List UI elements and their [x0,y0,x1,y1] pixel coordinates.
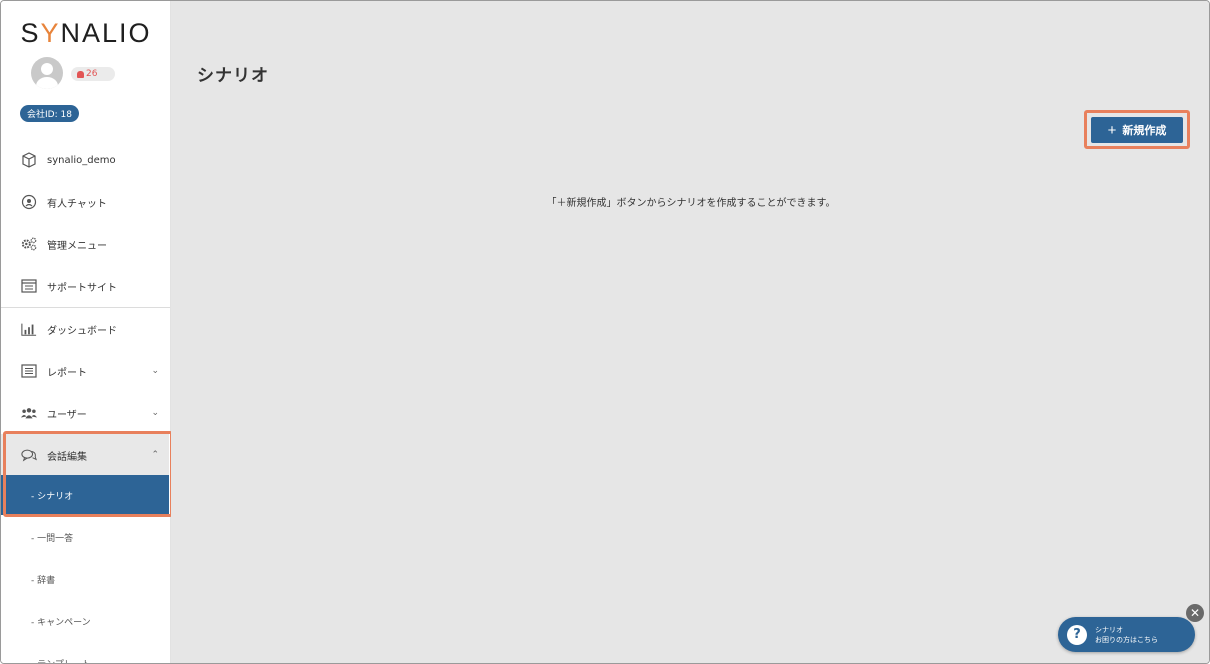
sidebar-item-conversation-edit[interactable]: 会話編集 ⌃ [1,434,169,476]
question-icon: ? [1067,624,1087,645]
help-widget-subtitle: お困りの方はこちら [1095,635,1158,644]
notification-badge[interactable]: 26 [71,67,115,81]
gears-icon [21,236,37,252]
logo[interactable]: SYNALIO [1,18,171,49]
sidebar-subitem-dictionary[interactable]: - 辞書 [1,559,169,599]
users-icon [21,405,37,421]
help-widget-title: シナリオ [1095,625,1123,634]
bell-icon [77,70,84,78]
help-widget[interactable]: ? シナリオ お困りの方はこちら [1058,617,1195,652]
sidebar-item-admin-menu[interactable]: 管理メニュー [1,223,169,265]
sidebar-subitem-scenario[interactable]: - シナリオ [1,475,169,515]
sidebar-item-users[interactable]: ユーザー ⌄ [1,392,169,434]
main-content: シナリオ + 新規作成 「＋新規作成」ボタンからシナリオを作成することができます… [171,1,1209,663]
page-title: シナリオ [197,66,269,86]
chevron-down-icon: ⌄ [151,366,159,376]
sidebar: SYNALIO 26 会社ID: 18 synalio_demo 有人チャット … [1,1,173,664]
avatar[interactable] [31,57,63,89]
chevron-down-icon: ⌄ [151,408,159,418]
empty-state-message: 「＋新規作成」ボタンからシナリオを作成することができます。 [546,198,836,209]
sidebar-subitem-campaign[interactable]: - キャンペーン [1,601,169,641]
sidebar-subitem-qa[interactable]: - 一問一答 [1,517,169,557]
sidebar-item-synalio-demo[interactable]: synalio_demo [1,139,169,181]
chevron-up-icon: ⌃ [151,450,159,460]
list-icon [21,363,37,379]
sidebar-subitem-template[interactable]: - テンプレート [1,643,169,664]
cube-icon [21,152,37,168]
sidebar-item-live-chat[interactable]: 有人チャット [1,181,169,223]
app-window: SYNALIO 26 会社ID: 18 synalio_demo 有人チャット … [0,0,1210,664]
browser-icon [21,278,37,294]
chat-icon [21,447,37,463]
plus-icon: + [1107,121,1117,139]
company-id-badge: 会社ID: 18 [20,105,79,122]
close-icon[interactable]: ✕ [1186,604,1204,622]
sidebar-item-support-site[interactable]: サポートサイト [1,265,169,307]
new-create-button[interactable]: + 新規作成 [1091,117,1183,143]
headset-icon [21,194,37,210]
sidebar-item-report[interactable]: レポート ⌄ [1,350,169,392]
sidebar-item-dashboard[interactable]: ダッシュボード [1,308,169,350]
bar-chart-icon [21,321,37,337]
